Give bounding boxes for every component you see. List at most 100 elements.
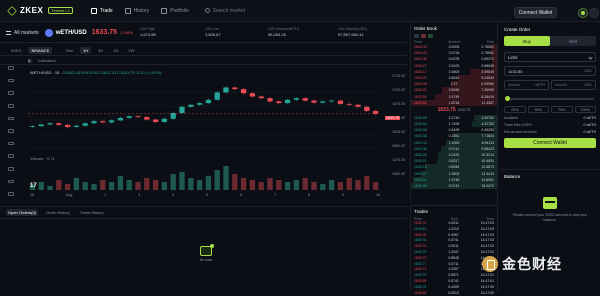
search-input[interactable]: Search market	[204, 6, 255, 16]
stat-24h-low: 24H Low 1,626.67	[205, 27, 221, 37]
nav-trade[interactable]: Trade	[90, 7, 113, 14]
buy-tab[interactable]: Buy	[504, 36, 550, 46]
pct-75-button[interactable]: 75%	[551, 106, 573, 113]
candle	[355, 104, 361, 107]
kv-key: Available	[504, 116, 519, 120]
tab-trade-history[interactable]: Trade History	[78, 209, 106, 216]
sell-tab[interactable]: Sell	[550, 36, 596, 46]
volume-bar	[38, 182, 44, 190]
zoom-icon[interactable]	[8, 154, 14, 159]
volume-bar	[302, 178, 308, 190]
logo[interactable]: ZKEX Testnet L2	[7, 5, 73, 16]
volume-bar	[170, 174, 176, 190]
date-tick: 10	[375, 193, 380, 197]
crosshair-icon[interactable]	[8, 66, 14, 70]
volume-bar	[267, 178, 273, 190]
amount-usd-input[interactable]: Amount USD	[551, 80, 596, 90]
row-price: 1632.95	[414, 183, 427, 188]
volume-bar	[91, 184, 97, 190]
candle	[311, 100, 317, 103]
date-tick: 7	[274, 193, 277, 197]
stat-24h-high: 24H High 1,673.98	[140, 27, 156, 37]
all-markets-button[interactable]: All markets	[6, 30, 39, 36]
candle	[117, 117, 124, 121]
amount-slider[interactable]	[505, 96, 594, 101]
eth-icon	[44, 28, 53, 37]
volume-bar	[249, 180, 256, 190]
candle	[337, 100, 344, 104]
magnet-icon[interactable]	[8, 167, 14, 171]
settings-icon[interactable]	[589, 8, 599, 18]
all-markets-label: All markets	[14, 29, 39, 36]
main-nav: Trade History Portfolio	[90, 7, 189, 14]
available-row: Available 0 wETH	[504, 116, 596, 120]
network-status-icon[interactable]	[578, 8, 588, 18]
pct-50-button[interactable]: 50%	[527, 106, 549, 113]
tab-order-history[interactable]: Order History	[44, 209, 72, 216]
amount-unit: USD	[584, 83, 592, 87]
lock-icon[interactable]	[8, 179, 14, 184]
candle-type-icon[interactable]: ▮▯	[28, 58, 32, 63]
volume-bar	[328, 180, 335, 190]
nav-history[interactable]: History	[124, 7, 149, 14]
view-bids-icon[interactable]	[428, 34, 433, 38]
tradingview-logo: 17	[30, 183, 37, 189]
trade-row: 1633.66 0.0513 14:17:00	[411, 291, 497, 296]
view-zkex[interactable]: ZKEX	[8, 47, 24, 54]
view-asks-icon[interactable]	[421, 34, 426, 38]
stat-value: 35,264.25	[268, 32, 286, 37]
view-both-icon[interactable]	[414, 34, 419, 38]
trash-icon[interactable]	[8, 192, 14, 197]
price-tick: 1675.00	[392, 102, 405, 106]
form-connect-wallet-button[interactable]: Connect Wallet	[504, 138, 596, 148]
measure-icon[interactable]	[8, 141, 14, 146]
pair-selector[interactable]: wETH/USD 1633.75 -0.46%	[44, 28, 133, 37]
price-chart[interactable]	[28, 78, 380, 190]
date-tick: 8	[308, 193, 311, 197]
row-amount: 0.0741	[448, 183, 460, 188]
watermark-text: 金色财经	[502, 256, 562, 272]
search-icon	[204, 8, 210, 13]
trendline-icon[interactable]	[8, 78, 14, 83]
chart-ohlc: O1633.45 H1633.95 L1632.41 C1633.75 -0.1…	[62, 70, 162, 75]
fib-icon[interactable]	[8, 91, 14, 95]
volume-bar	[56, 180, 62, 190]
tf-1h[interactable]: 1H	[80, 47, 92, 54]
tab-open-orders[interactable]: Open Orders(0)	[6, 209, 39, 216]
text-icon[interactable]	[8, 116, 14, 121]
trade-size: 0.0513	[448, 290, 459, 295]
amount-placeholder: Amount	[508, 83, 520, 87]
row-total: 11.4387	[481, 100, 494, 105]
tf-1w[interactable]: 1W	[125, 47, 137, 54]
indicators-button[interactable]: Indicators	[38, 58, 55, 63]
order-type-select[interactable]: Limit	[504, 52, 596, 62]
view-binance[interactable]: BINANCE	[28, 47, 53, 54]
date-tick: 6	[240, 193, 243, 197]
pct-25-button[interactable]: 25%	[504, 106, 526, 113]
bid-row[interactable]: 1632.95 0.0741 15.0472	[411, 182, 497, 190]
empty-state: No data	[196, 244, 216, 262]
amount-eth-input[interactable]: Amount wETH	[504, 80, 549, 90]
volume-bar	[320, 184, 326, 190]
pct-100-button[interactable]: 100%	[574, 106, 596, 113]
amount-unit: wETH	[535, 83, 545, 87]
connect-wallet-button[interactable]: Connect Wallet	[514, 7, 557, 18]
volume-bar	[161, 182, 168, 190]
fees-row: Trade fees 0.05% 0 wETH	[504, 123, 596, 127]
slider-knob[interactable]	[505, 96, 510, 101]
candle	[258, 96, 264, 99]
portfolio-icon	[161, 7, 168, 14]
tf-1d[interactable]: 1D	[110, 47, 121, 54]
ask-row[interactable]: 1633.81 1.8744 11.4387	[411, 99, 497, 106]
brush-icon[interactable]	[8, 103, 14, 108]
mid-price-sub: 1633.75	[457, 108, 471, 113]
kv-value: 0 wETH	[583, 123, 596, 127]
candle	[364, 106, 370, 111]
tf-15m[interactable]: 15m	[62, 47, 76, 54]
candle	[372, 110, 379, 114]
price-input[interactable]: 1633.85 USD	[504, 66, 596, 76]
tf-4h[interactable]: 4H	[95, 47, 106, 54]
kv-key: Min amount received	[504, 130, 537, 134]
nav-portfolio[interactable]: Portfolio	[161, 7, 189, 14]
pattern-icon[interactable]	[8, 129, 14, 133]
